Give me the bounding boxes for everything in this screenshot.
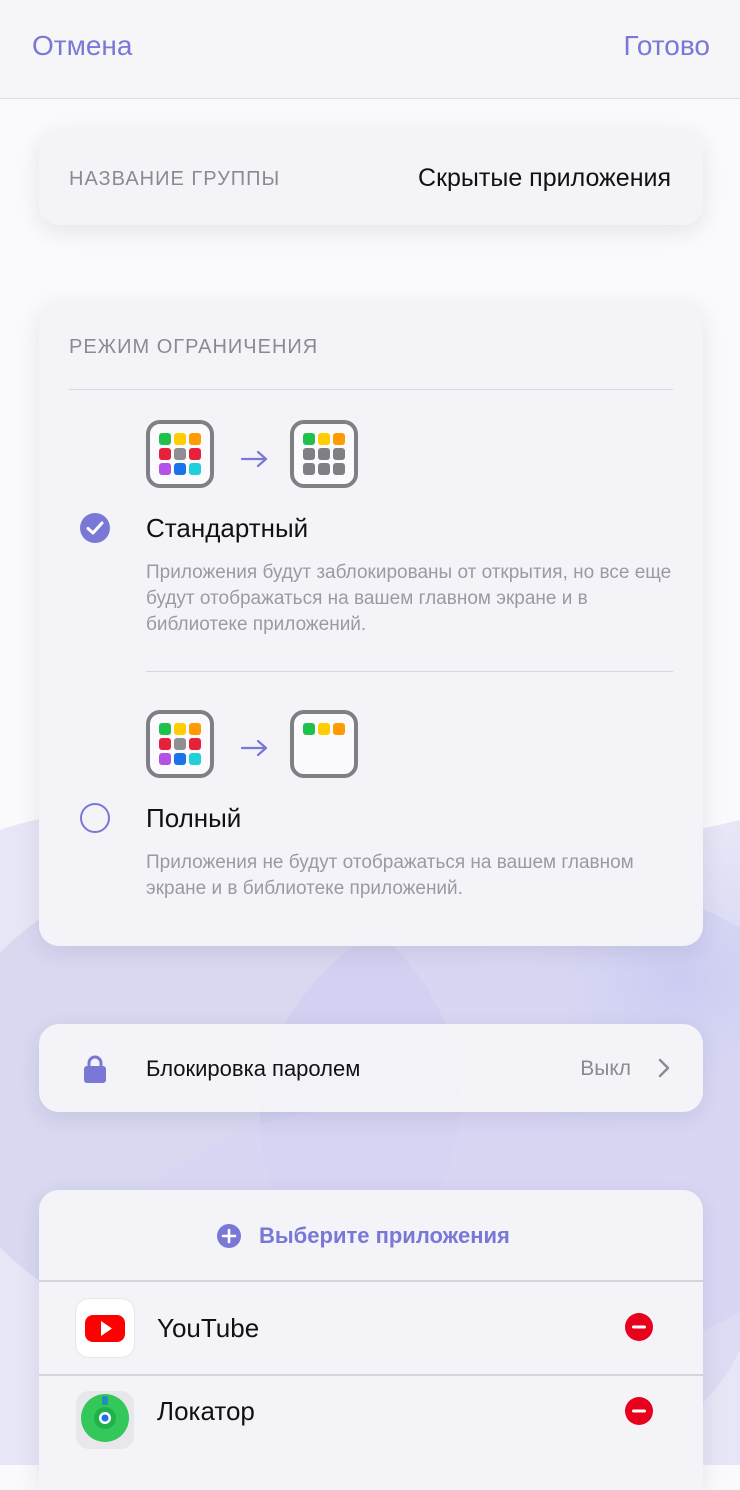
standard-mode-title[interactable]: Стандартный xyxy=(146,513,308,544)
full-home-screen-icon xyxy=(146,710,214,778)
app-name: Локатор xyxy=(157,1396,255,1426)
chevron-right-icon xyxy=(658,1058,670,1078)
passcode-lock-value: Выкл xyxy=(580,1057,631,1080)
youtube-icon xyxy=(76,1299,134,1357)
find-my-icon xyxy=(76,1391,134,1449)
choose-apps-button[interactable]: Выберите приложения xyxy=(39,1190,703,1280)
cancel-button[interactable]: Отмена xyxy=(32,30,132,62)
group-name-value[interactable]: Скрытые приложения xyxy=(418,164,671,193)
lock-icon xyxy=(84,1055,106,1083)
standard-mode-description: Приложения будут заблокированы от открыт… xyxy=(146,562,672,635)
divider xyxy=(69,389,673,390)
standard-mode-radio[interactable] xyxy=(80,513,110,543)
plus-circle-icon xyxy=(217,1224,241,1248)
full-mode-title[interactable]: Полный xyxy=(146,803,241,834)
app-row-find-my: Локатор xyxy=(39,1376,703,1468)
arrow-right-icon xyxy=(240,450,268,468)
restriction-mode-card: РЕЖИМ ОГРАНИЧЕНИЯ Стандартный Приложения… xyxy=(39,302,703,946)
hidden-home-screen-icon xyxy=(290,710,358,778)
full-mode-radio[interactable] xyxy=(80,803,110,833)
restriction-mode-title: РЕЖИМ ОГРАНИЧЕНИЯ xyxy=(69,336,319,358)
group-name-card[interactable]: НАЗВАНИЕ ГРУППЫ Скрытые приложения xyxy=(39,130,703,225)
passcode-lock-row[interactable]: Блокировка паролем Выкл xyxy=(39,1024,703,1112)
choose-apps-label: Выберите приложения xyxy=(259,1223,510,1248)
navigation-bar: Отмена Готово xyxy=(0,0,740,99)
arrow-right-icon xyxy=(240,739,268,757)
checkmark-icon xyxy=(86,521,104,535)
apps-list-card: Выберите приложения YouTube Локатор xyxy=(39,1190,703,1490)
divider xyxy=(146,671,673,672)
passcode-lock-label: Блокировка паролем xyxy=(146,1056,361,1081)
full-home-screen-icon xyxy=(146,420,214,488)
app-row-youtube: YouTube xyxy=(39,1282,703,1374)
remove-app-icon[interactable] xyxy=(625,1313,653,1341)
done-button[interactable]: Готово xyxy=(624,30,710,62)
app-name: YouTube xyxy=(157,1313,260,1343)
group-name-label: НАЗВАНИЕ ГРУППЫ xyxy=(69,168,281,190)
locked-home-screen-icon xyxy=(290,420,358,488)
full-mode-description: Приложения не будут отображаться на ваше… xyxy=(146,852,634,899)
remove-app-icon[interactable] xyxy=(625,1397,653,1425)
